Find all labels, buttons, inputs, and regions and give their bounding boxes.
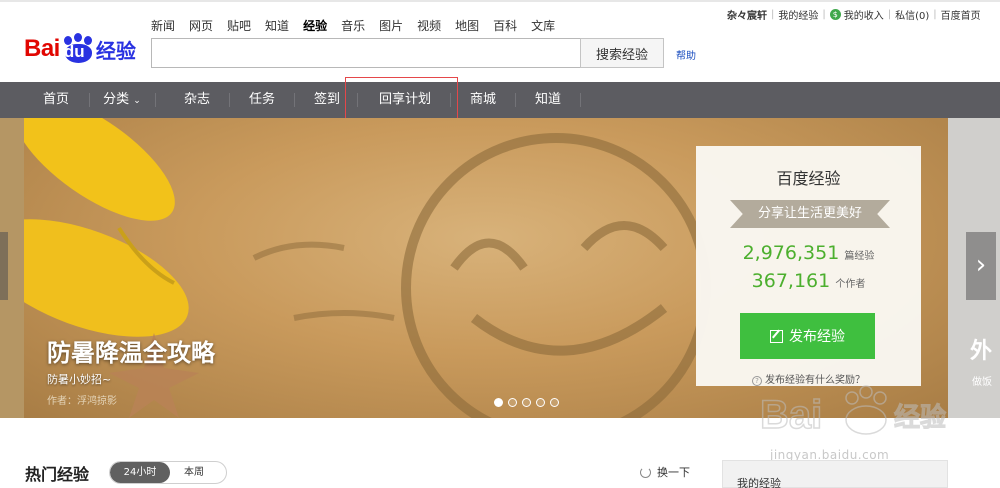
carousel-dot[interactable] [508,398,517,407]
product-link[interactable]: 网页 [189,17,213,34]
search-button[interactable]: 搜索经验 [580,38,664,68]
nav-item-category[interactable]: 分类 ⌄ [90,82,154,118]
coin-icon: $ [829,9,841,20]
prev-slide-button[interactable] [0,232,8,300]
next-slide-subtitle: 做饭 [972,377,992,388]
help-link[interactable]: 帮助 [676,47,696,62]
search-input[interactable] [151,38,581,68]
slogan-ribbon: 分享让生活更美好 [730,200,890,228]
product-nav: 新闻 网页 贴吧 知道 经验 音乐 图片 视频 地图 百科 文库 [151,17,569,34]
my-income-link[interactable]: 我的收入 [844,7,884,22]
chevron-right-icon: › [975,250,987,280]
main-nav: 首页 分类 ⌄ 杂志 任务 签到 回享计划 商城 知道 [0,82,1000,118]
articles-unit: 篇经验 [844,251,875,262]
product-link[interactable]: 贴吧 [227,17,251,34]
username-link[interactable]: 杂々宸轩 [727,7,767,22]
authors-stat: 367,161 个作者 [696,270,921,292]
product-link[interactable]: 音乐 [341,17,365,34]
nav-item-category-label: 分类 [103,92,130,107]
logo-jingyan-text: 经验 [95,38,136,63]
next-slide-button[interactable]: › [966,232,996,300]
publish-experience-button[interactable]: 发布经验 [740,313,875,359]
card-title: 百度经验 [776,169,841,188]
baidu-home-link[interactable]: 百度首页 [941,7,981,22]
product-link[interactable]: 百科 [493,17,517,34]
my-experience-panel: 我的经验 [722,460,948,488]
product-link[interactable]: 图片 [379,17,403,34]
edit-icon [770,329,783,343]
product-link[interactable]: 地图 [455,17,479,34]
my-experience-title: 我的经验 [737,477,781,488]
user-bar-divider: | [933,9,937,20]
baidu-jingyan-logo[interactable]: Bai du 经验 [24,33,136,65]
tab-week[interactable]: 本周 [162,462,226,483]
user-bar: 杂々宸轩 | 我的经验 | $ 我的收入 | 私信(0) | 百度首页 [727,7,981,22]
time-range-toggle: 24小时 本周 [109,461,227,484]
refresh-label: 换一下 [657,466,690,479]
carousel-dot[interactable] [536,398,545,407]
stats-card: 百度经验 分享让生活更美好 2,976,351 篇经验 367,161 个作者 … [696,146,921,386]
watermark-logo-jingyan: 经验 [894,402,946,433]
tab-24h[interactable]: 24小时 [110,462,170,483]
baidu-watermark-logo: Bai 经验 [759,378,950,447]
banner-author[interactable]: 作者：浮鸿掠影 [47,392,117,407]
refresh-button[interactable]: 换一下 [640,464,690,480]
articles-stat: 2,976,351 篇经验 [696,242,921,264]
authors-count: 367,161 [751,270,831,292]
paw-icon: du [61,33,95,64]
carousel-dots [494,398,559,407]
nav-item-magazine[interactable]: 杂志 [165,82,229,118]
carousel-dot[interactable] [494,398,503,407]
articles-count: 2,976,351 [742,242,840,264]
authors-unit: 个作者 [835,279,866,290]
logo-bai-text: Bai [24,35,60,62]
nav-item-home[interactable]: 首页 [24,82,88,118]
my-experience-link[interactable]: 我的经验 [778,7,818,22]
product-link[interactable]: 知道 [265,17,289,34]
product-link-active[interactable]: 经验 [303,17,327,34]
hot-section-title: 热门经验 [25,465,90,484]
product-link[interactable]: 视频 [417,17,441,34]
messages-link[interactable]: 私信(0) [895,7,929,22]
banner-title[interactable]: 防暑降温全攻略 [47,333,215,368]
refresh-icon [640,466,651,478]
top-border [0,0,1000,2]
nav-item-mall[interactable]: 商城 [451,82,515,118]
product-link[interactable]: 新闻 [151,17,175,34]
logo-du-text: du [63,42,85,61]
user-bar-divider: | [887,9,892,20]
banner-subtitle: 防暑小妙招~ [47,373,112,386]
publish-label: 发布经验 [789,329,845,345]
carousel-dot[interactable] [550,398,559,407]
next-slide-title: 外 [970,339,993,364]
chevron-down-icon: ⌄ [133,96,141,106]
user-bar-divider: | [771,9,775,20]
nav-item-zhidao[interactable]: 知道 [516,82,580,118]
nav-item-tasks[interactable]: 任务 [230,82,294,118]
product-link[interactable]: 文库 [531,17,555,34]
user-bar-divider: | [822,9,826,20]
carousel-dot[interactable] [522,398,531,407]
watermark-logo-bai: Bai [760,393,822,437]
